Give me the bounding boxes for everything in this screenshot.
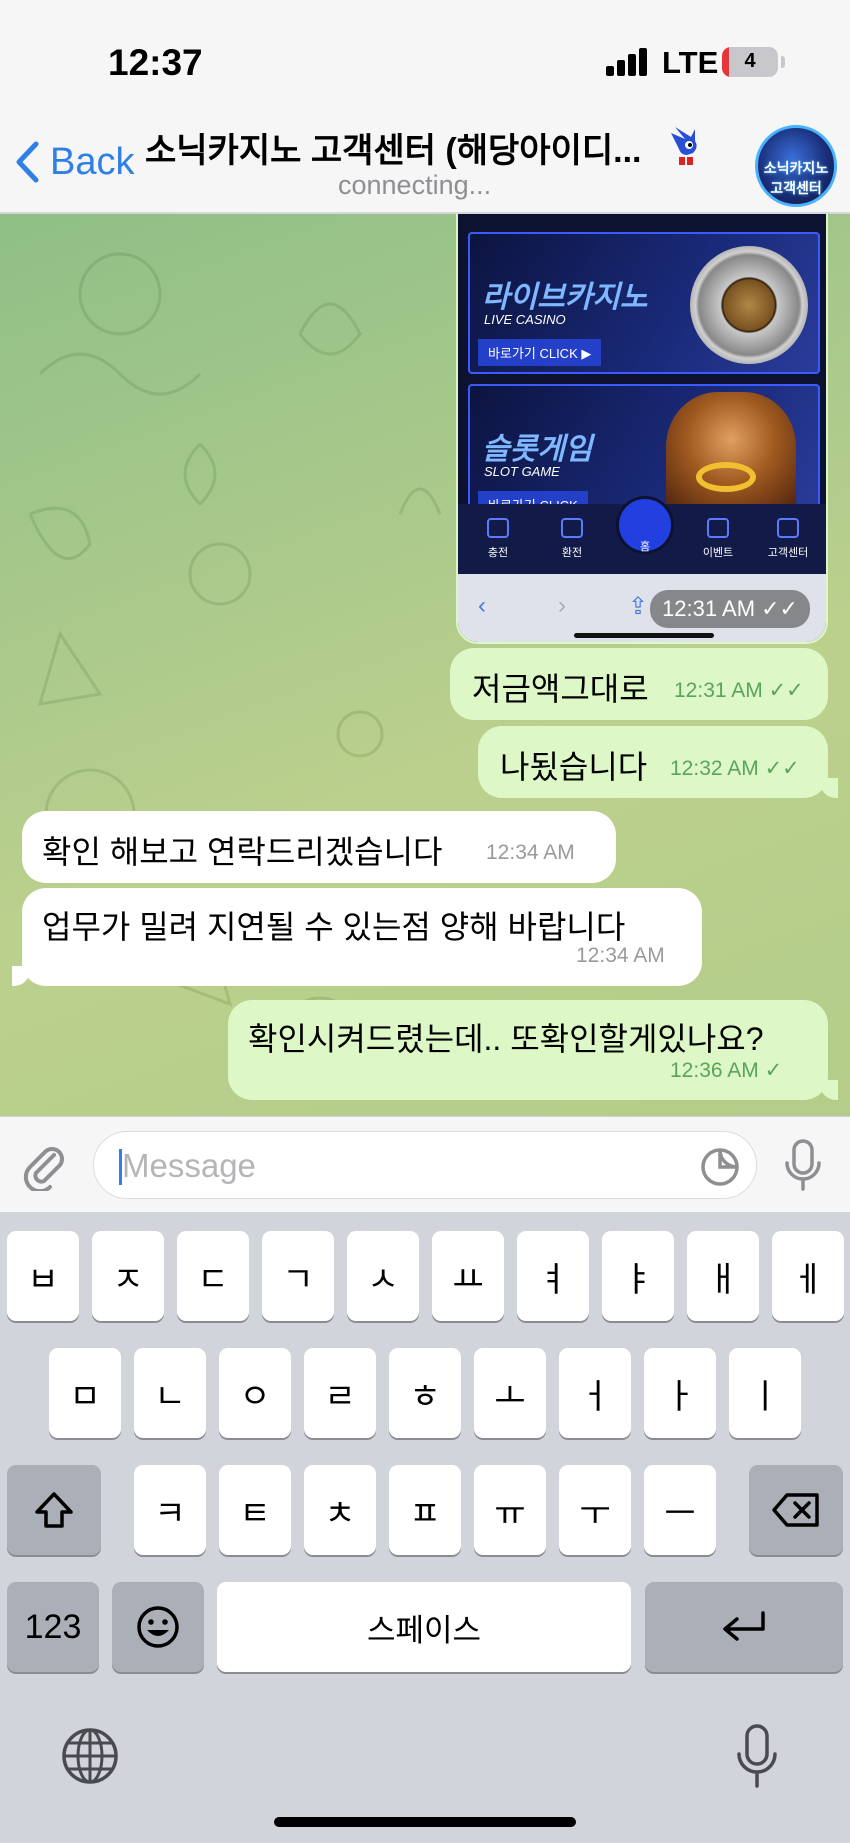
- back-button[interactable]: Back: [14, 140, 134, 184]
- dictation-icon[interactable]: [736, 1724, 778, 1790]
- site-nav-bar: 충전 환전 홈 이벤트 고객센터: [458, 496, 826, 574]
- message-input[interactable]: [122, 1142, 682, 1190]
- message-text: 확인 해보고 연락드리겠습니다: [42, 834, 443, 870]
- key-r3-6[interactable]: ㅜ: [559, 1465, 631, 1555]
- backspace-key[interactable]: [749, 1465, 843, 1555]
- battery-icon: 4: [722, 47, 778, 77]
- image-timestamp: 12:31 AM ✓✓: [650, 590, 810, 628]
- backspace-icon: [772, 1493, 819, 1527]
- message-bubble-incoming[interactable]: 업무가 밀려 지연될 수 있는점 양해 바랍니다 12:34 AM: [22, 888, 702, 986]
- globe-icon[interactable]: [60, 1726, 120, 1786]
- space-key[interactable]: 스페이스: [217, 1582, 631, 1672]
- numbers-key[interactable]: 123: [7, 1582, 99, 1672]
- key-r3-4[interactable]: ㅍ: [389, 1465, 461, 1555]
- key-r1-9[interactable]: ㅐ: [687, 1231, 759, 1321]
- attach-icon[interactable]: [20, 1141, 70, 1191]
- message-time: 12:36 AM ✓: [670, 1059, 783, 1082]
- message-field[interactable]: [93, 1131, 757, 1199]
- roulette-image: [690, 246, 808, 364]
- key-r1-4[interactable]: ㄱ: [262, 1231, 334, 1321]
- key-r1-3[interactable]: ㄷ: [177, 1231, 249, 1321]
- key-r2-2[interactable]: ㄴ: [134, 1348, 206, 1438]
- chat-status: connecting...: [338, 170, 492, 200]
- key-r1-5[interactable]: ㅅ: [347, 1231, 419, 1321]
- key-r2-5[interactable]: ㅎ: [389, 1348, 461, 1438]
- nav-item-event: 이벤트: [688, 518, 748, 560]
- key-r2-6[interactable]: ㅗ: [474, 1348, 546, 1438]
- message-bubble-outgoing[interactable]: 확인시켜드렸는데.. 또확인할게있나요? 12:36 AM ✓: [228, 1000, 828, 1100]
- banner-title: 라이브카지노: [482, 281, 648, 314]
- key-r3-7[interactable]: ㅡ: [644, 1465, 716, 1555]
- battery-nub: [781, 56, 785, 68]
- browser-forward-icon: ›: [558, 592, 566, 619]
- sonic-icon: [671, 127, 697, 165]
- key-r3-2[interactable]: ㅌ: [219, 1465, 291, 1555]
- home-indicator: [274, 1817, 576, 1827]
- top-bar: 12:37 LTE 4 Back 소닉카지노 고객센터 (해당아이디... co…: [0, 0, 850, 213]
- message-text: 업무가 밀려 지연될 수 있는점 양해 바랍니다: [42, 909, 626, 945]
- key-r1-8[interactable]: ㅑ: [602, 1231, 674, 1321]
- key-r3-5[interactable]: ㅠ: [474, 1465, 546, 1555]
- nav-item-home: 홈: [639, 541, 651, 553]
- chat-area[interactable]: 라이브카지노 LIVE CASINO 바로가기 CLICK ▶ 슬롯게임 SLO…: [0, 214, 850, 1116]
- key-r1-6[interactable]: ㅛ: [432, 1231, 504, 1321]
- nav-item-deposit: 충전: [468, 518, 528, 560]
- avatar[interactable]: 소닉카지노 고객센터: [755, 125, 837, 207]
- chat-title[interactable]: 소닉카지노 고객센터 (해당아이디...: [145, 123, 641, 172]
- key-r2-7[interactable]: ㅓ: [559, 1348, 631, 1438]
- message-text: 확인시켜드렸는데.. 또확인할게있나요?: [248, 1021, 764, 1057]
- return-key[interactable]: [645, 1582, 843, 1672]
- key-r1-1[interactable]: ㅂ: [7, 1231, 79, 1321]
- message-time: 12:34 AM: [576, 944, 665, 967]
- nav-item-support: 고객센터: [758, 518, 818, 560]
- battery-level: 4: [744, 50, 756, 72]
- keyboard: ㅂ ㅈ ㄷ ㄱ ㅅ ㅛ ㅕ ㅑ ㅐ ㅔ ㅁ ㄴ ㅇ ㄹ ㅎ ㅗ ㅓ ㅏ ㅣ ㅋ …: [0, 1212, 850, 1843]
- message-time: 12:34 AM: [486, 841, 575, 864]
- home-indicator: [574, 633, 714, 638]
- composer-bar: [0, 1116, 850, 1212]
- banner-subtitle: SLOT GAME: [484, 464, 560, 479]
- emoji-key[interactable]: [112, 1582, 204, 1672]
- nav-item-withdraw: 환전: [542, 518, 602, 560]
- browser-back-icon: ‹: [478, 592, 486, 619]
- network-label: LTE: [662, 45, 719, 80]
- emoji-icon: [137, 1606, 179, 1648]
- shift-key[interactable]: [7, 1465, 101, 1555]
- back-label: Back: [50, 140, 135, 183]
- shift-icon: [35, 1492, 73, 1528]
- message-text: 나됬습니다: [500, 749, 648, 785]
- banner-title: 슬롯게임: [482, 433, 593, 466]
- live-casino-banner: 라이브카지노 LIVE CASINO 바로가기 CLICK ▶: [468, 232, 820, 374]
- sticker-icon[interactable]: [700, 1147, 740, 1187]
- key-r2-1[interactable]: ㅁ: [49, 1348, 121, 1438]
- key-r1-7[interactable]: ㅕ: [517, 1231, 589, 1321]
- share-icon: ⇪: [628, 593, 649, 620]
- message-time: 12:32 AM ✓✓: [670, 757, 800, 780]
- back-chevron-icon: [16, 141, 39, 183]
- key-r1-10[interactable]: ㅔ: [772, 1231, 844, 1321]
- signal-icon: [606, 48, 648, 76]
- banner-subtitle: LIVE CASINO: [484, 312, 566, 327]
- image-message[interactable]: 라이브카지노 LIVE CASINO 바로가기 CLICK ▶ 슬롯게임 SLO…: [456, 214, 828, 644]
- key-r2-8[interactable]: ㅏ: [644, 1348, 716, 1438]
- key-r2-3[interactable]: ㅇ: [219, 1348, 291, 1438]
- message-bubble-incoming[interactable]: 확인 해보고 연락드리겠습니다 12:34 AM: [22, 811, 616, 883]
- return-icon: [723, 1611, 765, 1641]
- key-r2-9[interactable]: ㅣ: [729, 1348, 801, 1438]
- key-r3-1[interactable]: ㅋ: [134, 1465, 206, 1555]
- avatar-text: 소닉카지노 고객센터: [763, 160, 829, 196]
- message-text: 저금액그대로: [472, 671, 649, 707]
- message-bubble-outgoing[interactable]: 저금액그대로 12:31 AM ✓✓: [450, 648, 828, 720]
- message-bubble-outgoing[interactable]: 나됬습니다 12:32 AM ✓✓: [478, 726, 828, 798]
- banner-button: 바로가기 CLICK ▶: [478, 339, 602, 366]
- mic-icon[interactable]: [783, 1139, 823, 1193]
- key-r1-2[interactable]: ㅈ: [92, 1231, 164, 1321]
- status-time: 12:37: [108, 42, 203, 83]
- key-r2-4[interactable]: ㄹ: [304, 1348, 376, 1438]
- key-r3-3[interactable]: ㅊ: [304, 1465, 376, 1555]
- message-time: 12:31 AM ✓✓: [674, 679, 804, 702]
